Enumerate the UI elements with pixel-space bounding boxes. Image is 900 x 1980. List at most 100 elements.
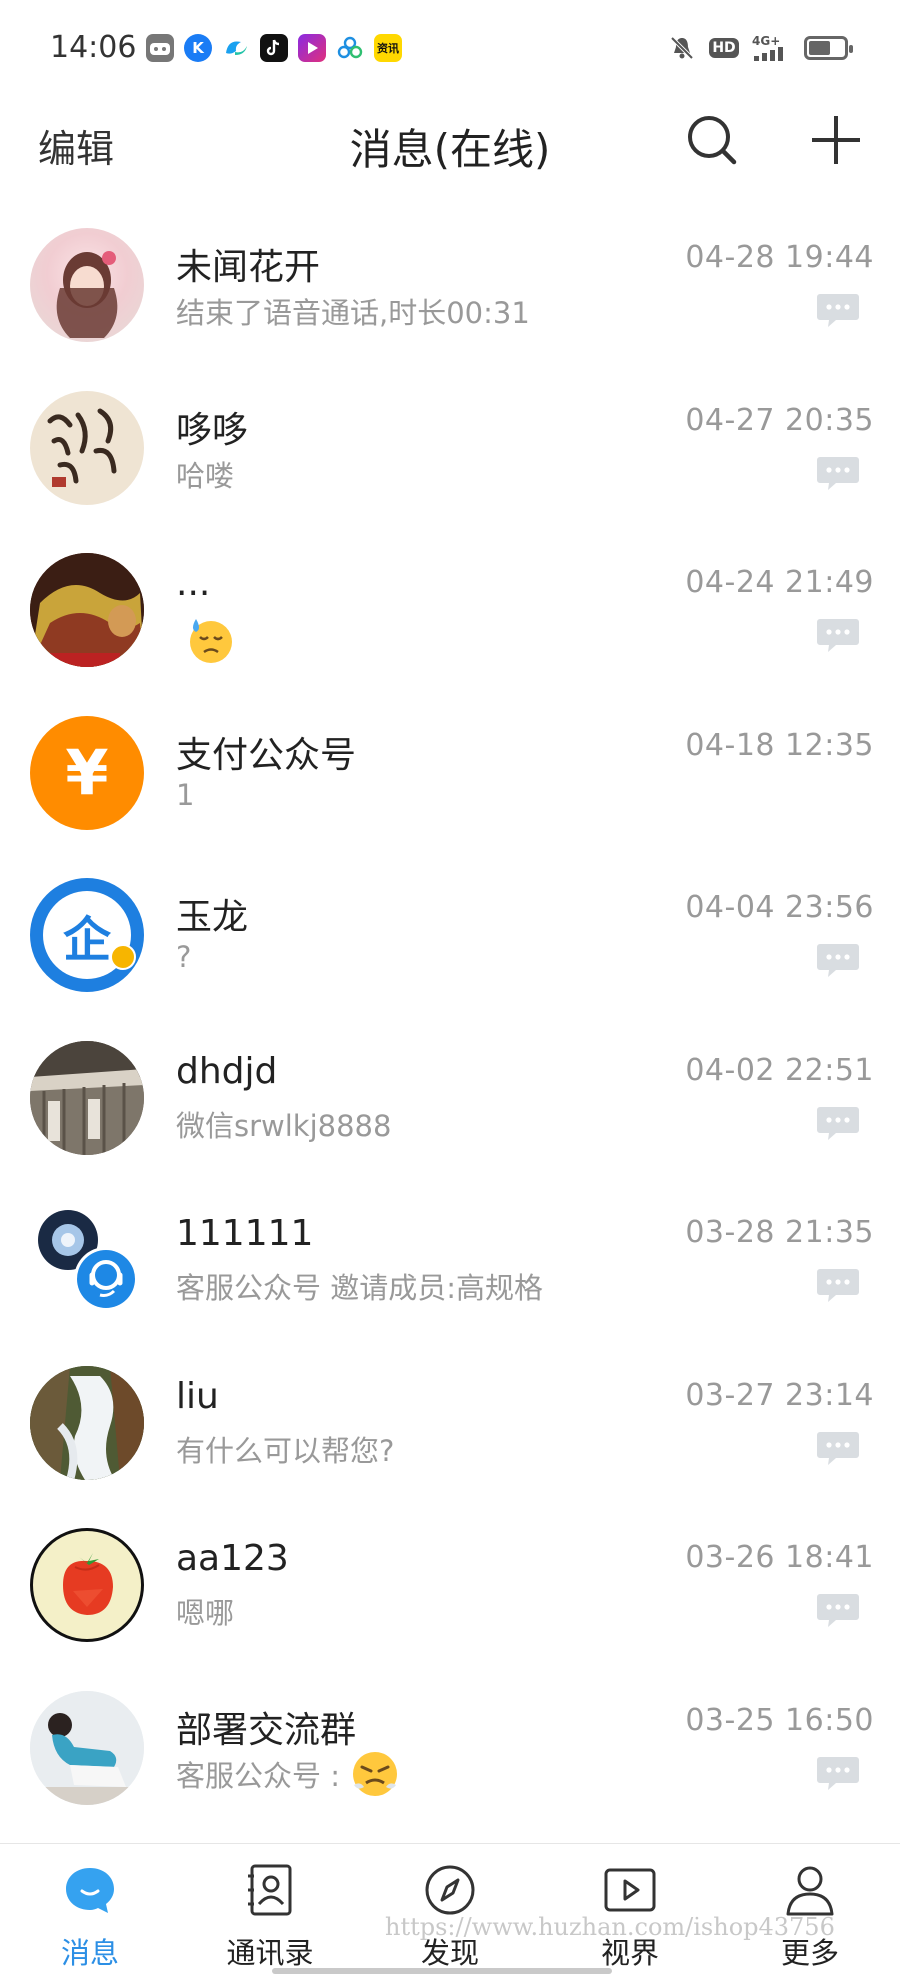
conversation-name: dhdjd	[176, 1050, 278, 1092]
tiktok-icon	[260, 34, 288, 62]
conversation-item[interactable]: dhdjd 微信srwlkj8888 04-02 22:51	[0, 1023, 900, 1186]
yuan-icon: ¥	[65, 736, 109, 809]
conversation-time: 03-28 21:35	[685, 1215, 874, 1250]
conversation-item[interactable]: 企 玉龙 ? 04-04 23:56	[0, 860, 900, 1023]
page-title: 消息(在线)	[349, 125, 551, 174]
top-bar: 编辑 消息(在线)	[0, 98, 900, 192]
conversation-preview: 有什么可以帮您?	[176, 1428, 394, 1470]
conversation-item[interactable]: 未闻花开 结束了语音通话,时长00:31 04-28 19:44	[0, 210, 900, 373]
conversation-time: 04-18 12:35	[685, 727, 874, 763]
conversation-item[interactable]: 111111 客服公众号 邀请成员:高规格 03-28 21:35	[0, 1185, 900, 1348]
signal-icon: 4G+	[752, 34, 792, 62]
conversation-preview: 结束了语音通话,时长00:31	[176, 290, 530, 332]
conversation-time: 03-25 16:50	[685, 1702, 874, 1738]
avatar[interactable]	[30, 1528, 144, 1642]
conversation-name: 部署交流群	[176, 1709, 357, 1751]
chat-bubble-icon	[816, 455, 860, 491]
chat-bubble-icon	[66, 1868, 114, 1913]
conversation-preview: 客服公众号 邀请成员:高规格	[176, 1265, 543, 1307]
avatar[interactable]	[30, 1040, 144, 1155]
conversation-preview: 微信srwlkj8888	[176, 1103, 391, 1145]
conversation-time: 03-27 23:14	[685, 1377, 874, 1413]
user-profile-icon	[786, 1866, 834, 1916]
tab-label: 通讯录	[226, 1936, 314, 1970]
hd-icon: HD	[708, 34, 740, 62]
group-avatar[interactable]	[30, 1203, 144, 1317]
conversation-item[interactable]: ... 04-24 21:49	[0, 535, 900, 698]
avatar[interactable]	[30, 553, 144, 667]
conversation-time: 03-26 18:41	[685, 1540, 874, 1575]
conversation-preview: ?	[176, 940, 191, 974]
conversation-time: 04-04 23:56	[685, 890, 874, 925]
tab-label: 消息	[60, 1936, 119, 1970]
conversation-list: 未闻花开 结束了语音通话,时长00:31 04-28 19:44 哆哆 哈喽 0…	[0, 210, 900, 1835]
enterprise-icon: 企	[62, 912, 111, 968]
chat-bubble-icon	[816, 1592, 860, 1628]
preview-text: 1	[176, 777, 195, 812]
preview-text: 哈喽	[176, 458, 235, 493]
conversation-name: 哆哆	[176, 409, 249, 451]
status-bar: 14:06 K 资讯 HD 4G+	[0, 0, 900, 98]
conversation-time: 04-28 19:44	[685, 240, 874, 275]
avatar[interactable]	[30, 228, 144, 342]
preview-text: 有什么可以帮您?	[176, 1433, 395, 1468]
browser-icon	[222, 34, 250, 62]
battery-fill	[809, 41, 830, 55]
mute-bell-icon	[668, 34, 696, 62]
conversation-name: 玉龙	[176, 897, 249, 938]
news-app-icon: 资讯	[374, 34, 402, 62]
game-app-icon	[146, 34, 174, 62]
cloud-app-icon	[336, 34, 364, 62]
avatar[interactable]	[30, 1690, 144, 1805]
status-system-icons: HD 4G+	[668, 34, 853, 62]
conversation-preview	[176, 615, 236, 665]
tab-contacts[interactable]: 通讯录	[180, 1862, 360, 1972]
conversation-preview: 哈喽	[176, 453, 234, 495]
preview-text: 结束了语音通话,时长00:31	[176, 296, 530, 330]
status-app-icons: K 资讯	[146, 34, 402, 62]
status-time: 14:06	[50, 30, 137, 65]
watermark: https://www.huzhan.com/ishop43756	[385, 1913, 835, 1941]
conversation-name: 支付公众号	[176, 734, 357, 776]
chat-bubble-icon	[816, 617, 860, 653]
video-app-icon	[298, 34, 326, 62]
video-badge-icon	[110, 944, 136, 970]
preview-text: 客服公众号 邀请成员:高规格	[176, 1271, 543, 1305]
conversation-time: 04-27 20:35	[685, 402, 874, 438]
conversation-preview: 嗯哪	[176, 1590, 234, 1632]
conversation-item[interactable]: 哆哆 哈喽 04-27 20:35	[0, 373, 900, 536]
chat-bubble-icon	[816, 1755, 860, 1791]
network-label: 4G+	[752, 34, 781, 48]
chat-bubble-icon	[816, 1267, 860, 1303]
chat-bubble-icon	[816, 942, 860, 978]
conversation-name: liu	[176, 1375, 219, 1417]
tab-messages[interactable]: 消息	[0, 1862, 180, 1972]
play-video-icon	[604, 1868, 656, 1912]
conversation-name: ...	[176, 563, 211, 604]
sad-sweat-emoji	[190, 619, 232, 663]
conversation-name: aa123	[176, 1538, 289, 1579]
contacts-icon	[248, 1864, 292, 1916]
news-glyph: 资讯	[377, 42, 399, 55]
home-indicator[interactable]	[272, 1968, 612, 1974]
avatar[interactable]: 企	[30, 878, 144, 992]
angry-steam-emoji	[353, 1751, 397, 1796]
preview-text: 客服公众号 :	[176, 1758, 340, 1793]
conversation-time: 04-02 22:51	[685, 1052, 874, 1088]
preview-text: ?	[176, 940, 192, 974]
avatar[interactable]: ¥	[30, 715, 144, 830]
conversation-item[interactable]: aa123 嗯哪 03-26 18:41	[0, 1510, 900, 1673]
conversation-time: 04-24 21:49	[685, 565, 874, 600]
hd-label: HD	[709, 38, 739, 58]
avatar[interactable]	[30, 1365, 144, 1480]
conversation-item[interactable]: 部署交流群 客服公众号 : 03-25 16:50	[0, 1673, 900, 1836]
preview-text: 嗯哪	[176, 1596, 235, 1630]
chat-bubble-icon	[816, 1105, 860, 1141]
search-icon[interactable]	[684, 112, 740, 168]
conversation-item[interactable]: liu 有什么可以帮您? 03-27 23:14	[0, 1348, 900, 1511]
avatar[interactable]	[30, 390, 144, 505]
conversation-item[interactable]: ¥ 支付公众号 1 04-18 12:35	[0, 698, 900, 861]
chat-bubble-icon	[816, 292, 860, 328]
add-icon[interactable]	[806, 110, 866, 170]
battery-icon	[804, 36, 853, 60]
